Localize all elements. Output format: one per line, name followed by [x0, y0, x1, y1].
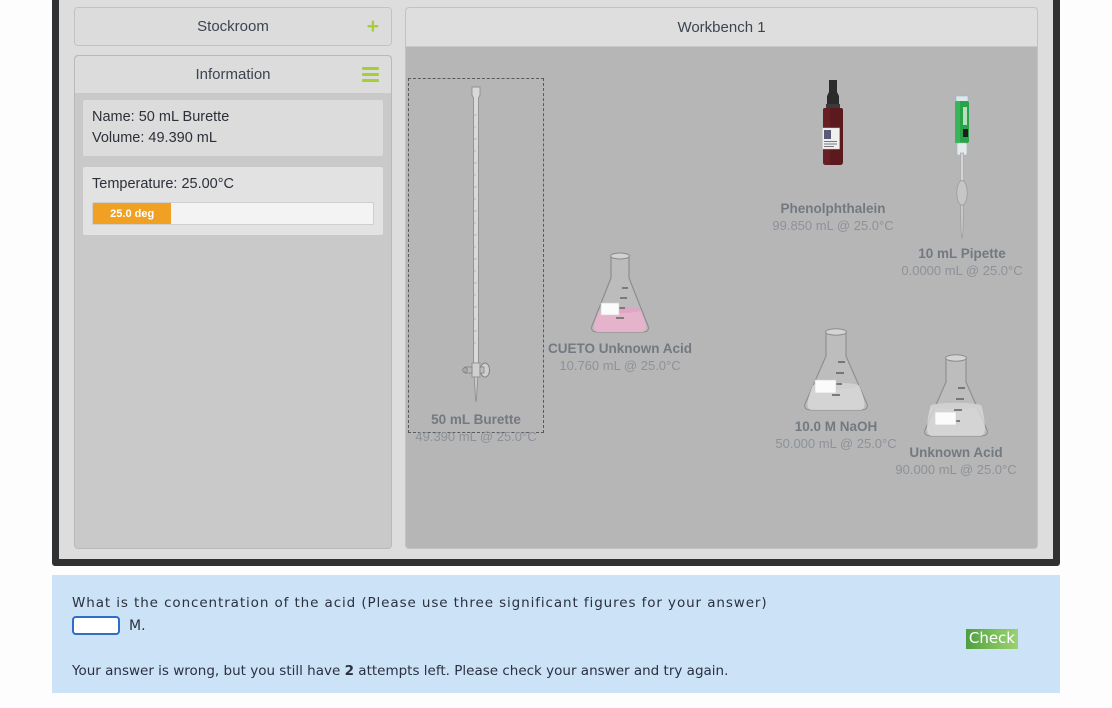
check-button[interactable]: Check: [965, 629, 1018, 649]
stockroom-header[interactable]: Stockroom +: [75, 8, 391, 45]
burette-label: 50 mL Burette 49.390 mL @ 25.0°C: [415, 411, 536, 445]
left-sidebar: Stockroom + Information Name: 50 mL Bure…: [74, 7, 392, 549]
plus-icon[interactable]: +: [367, 8, 379, 45]
information-title: Information: [195, 66, 271, 83]
workbench-item-unknown-acid-flask[interactable]: Unknown Acid 90.000 mL @ 25.0°C: [895, 350, 1017, 477]
workbench-item-phenolphthalein[interactable]: Phenolphthalein 99.850 mL @ 25.0°C: [772, 78, 894, 233]
temperature-card: Temperature: 25.00°C 25.0 deg: [82, 166, 384, 236]
workbench-item-naoh-flask[interactable]: 10.0 M NaOH 50.000 mL @ 25.0°C: [775, 324, 897, 451]
workbench-panel: Workbench 1 50 mL Burette 49.390 mL @ 25…: [405, 7, 1038, 549]
cueto-flask-label: CUETO Unknown Acid 10.760 mL @ 25.0°C: [548, 340, 692, 374]
unknown-acid-flask-name: Unknown Acid: [909, 445, 1003, 460]
burette-sub: 49.390 mL @ 25.0°C: [415, 429, 537, 444]
workbench-surface[interactable]: 50 mL Burette 49.390 mL @ 25.0°C CUETO U…: [406, 48, 1037, 548]
cueto-flask-name: CUETO Unknown Acid: [547, 341, 693, 356]
workbench-title: Workbench 1: [677, 19, 766, 36]
item-volume-line: Volume: 49.390 mL: [92, 130, 217, 146]
erlenmeyer-flask-clear-icon: [804, 328, 868, 411]
lab-application-window: Stockroom + Information Name: 50 mL Bure…: [52, 0, 1060, 566]
unknown-acid-flask-label: Unknown Acid 90.000 mL @ 25.0°C: [895, 444, 1016, 478]
workbench-item-pipette[interactable]: 10 mL Pipette 0.0000 mL @ 25.0°C: [901, 93, 1023, 278]
pipette-name: 10 mL Pipette: [918, 246, 1006, 261]
information-panel: Information Name: 50 mL Burette Volume: …: [74, 55, 392, 549]
feedback-attempt-count: 2: [344, 663, 354, 679]
cueto-flask-sub: 10.760 mL @ 25.0°C: [559, 358, 681, 373]
answer-input[interactable]: [72, 616, 120, 635]
question-prompt: What is the concentration of the acid (P…: [72, 595, 768, 611]
erlenmeyer-flask-clear-icon: [924, 354, 988, 437]
unknown-acid-flask-sub: 90.000 mL @ 25.0°C: [895, 462, 1017, 477]
workbench-item-cueto-flask[interactable]: CUETO Unknown Acid 10.760 mL @ 25.0°C: [548, 248, 692, 373]
unit-label: M.: [129, 617, 146, 634]
information-header: Information: [75, 56, 391, 93]
pipette-icon: [955, 95, 969, 240]
temperature-label: Temperature: 25.00°C: [92, 176, 235, 192]
temperature-slider[interactable]: 25.0 deg: [92, 202, 374, 225]
temperature-slider-fill[interactable]: 25.0 deg: [93, 203, 172, 224]
erlenmeyer-flask-pink-icon: [591, 252, 649, 333]
stockroom-title: Stockroom: [197, 18, 269, 35]
phenolphthalein-sub: 99.850 mL @ 25.0°C: [772, 218, 894, 233]
information-body: Name: 50 mL Burette Volume: 49.390 mL Te…: [75, 93, 391, 242]
pipette-sub: 0.0000 mL @ 25.0°C: [901, 263, 1023, 278]
app-content-area: Stockroom + Information Name: 50 mL Bure…: [59, 0, 1053, 559]
dropper-bottle-icon: [822, 80, 843, 165]
naoh-flask-sub: 50.000 mL @ 25.0°C: [775, 436, 897, 451]
naoh-flask-label: 10.0 M NaOH 50.000 mL @ 25.0°C: [775, 418, 896, 452]
feedback-before: Your answer is wrong, but you still have: [72, 663, 345, 679]
pipette-label: 10 mL Pipette 0.0000 mL @ 25.0°C: [901, 245, 1022, 279]
burette-icon: [462, 86, 490, 403]
phenolphthalein-name: Phenolphthalein: [780, 201, 886, 216]
stockroom-panel[interactable]: Stockroom +: [74, 7, 392, 46]
phenolphthalein-label: Phenolphthalein 99.850 mL @ 25.0°C: [772, 200, 893, 234]
workbench-item-burette[interactable]: 50 mL Burette 49.390 mL @ 25.0°C: [415, 85, 537, 444]
burette-name: 50 mL Burette: [431, 412, 521, 427]
feedback-after: attempts left. Please check your answer …: [354, 663, 729, 679]
selected-item-card: Name: 50 mL Burette Volume: 49.390 mL: [82, 99, 384, 157]
question-panel: What is the concentration of the acid (P…: [52, 575, 1060, 693]
workbench-header: Workbench 1: [406, 8, 1037, 47]
item-name-line: Name: 50 mL Burette: [92, 109, 230, 125]
naoh-flask-name: 10.0 M NaOH: [794, 419, 878, 434]
answer-row: M.: [72, 616, 146, 635]
hamburger-menu-icon[interactable]: [362, 56, 379, 93]
feedback-message: Your answer is wrong, but you still have…: [72, 663, 728, 679]
